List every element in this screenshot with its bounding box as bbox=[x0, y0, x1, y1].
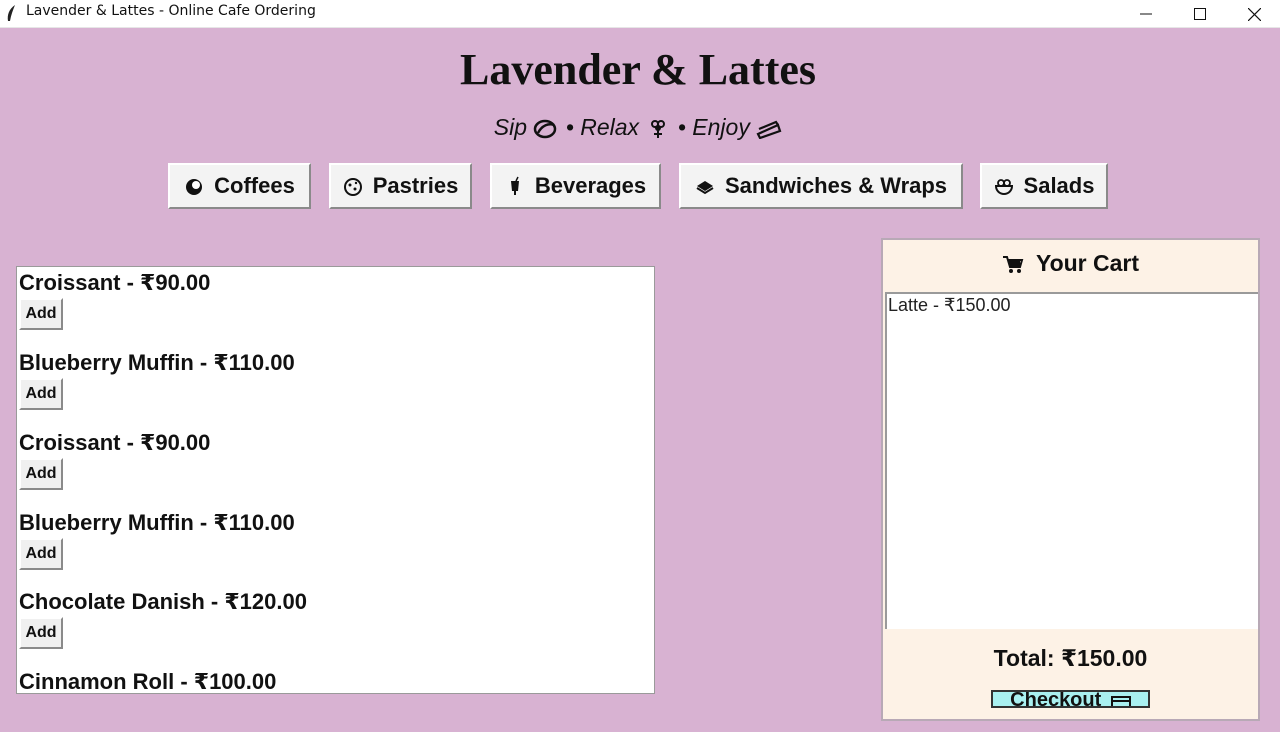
add-button[interactable]: Add bbox=[19, 378, 63, 410]
page-title: Lavender & Lattes bbox=[459, 45, 817, 94]
cart-item[interactable]: Latte - ₹150.00 bbox=[887, 294, 1258, 316]
minimize-icon bbox=[1140, 13, 1152, 15]
menu-list[interactable]: Croissant - ₹90.00 Add Blueberry Muffin … bbox=[16, 266, 655, 694]
window-title: Lavender & Lattes - Online Cafe Ordering bbox=[26, 3, 316, 19]
tagline: Sip • Relax • Enjoy bbox=[0, 114, 1276, 141]
sandwich-icon bbox=[695, 176, 715, 196]
menu-item: Croissant - ₹90.00 Add bbox=[19, 430, 210, 490]
shopping-cart-icon bbox=[1002, 253, 1024, 273]
close-icon bbox=[1247, 7, 1261, 21]
category-button-beverages[interactable]: Beverages bbox=[490, 163, 661, 209]
category-button-coffees[interactable]: Coffees bbox=[168, 163, 311, 209]
checkout-label: Checkout bbox=[1010, 690, 1102, 708]
cart-total: Total: ₹150.00 bbox=[993, 645, 1148, 671]
cake-icon bbox=[756, 117, 782, 140]
maximize-icon bbox=[1194, 8, 1206, 20]
cookie-icon bbox=[343, 176, 363, 196]
tagline-enjoy: • Enjoy bbox=[677, 114, 750, 140]
add-button[interactable]: Add bbox=[19, 617, 63, 649]
menu-item: Chocolate Danish - ₹120.00 Add bbox=[19, 589, 307, 649]
cart-title: Your Cart bbox=[1035, 250, 1140, 276]
menu-item-name: Croissant - ₹90.00 bbox=[19, 430, 211, 455]
tagline-relax: • Relax bbox=[565, 114, 640, 140]
category-label: Coffees bbox=[214, 173, 295, 198]
maximize-button[interactable] bbox=[1173, 0, 1227, 28]
coffee-icon bbox=[184, 176, 204, 196]
menu-item: Cinnamon Roll - ₹100.00 Add bbox=[19, 669, 277, 694]
category-button-sandwiches-wraps[interactable]: Sandwiches & Wraps bbox=[679, 163, 963, 209]
add-button[interactable]: Add bbox=[19, 458, 63, 490]
category-label: Beverages bbox=[534, 173, 647, 198]
salad-icon bbox=[994, 176, 1014, 196]
category-label: Pastries bbox=[372, 173, 459, 198]
category-label: Sandwiches & Wraps bbox=[724, 173, 948, 198]
menu-item: Blueberry Muffin - ₹110.00 Add bbox=[19, 350, 295, 410]
menu-item-name: Blueberry Muffin - ₹110.00 bbox=[19, 510, 295, 535]
menu-item: Croissant - ₹90.00 Add bbox=[19, 270, 210, 330]
category-label: Salads bbox=[1023, 173, 1095, 198]
window-titlebar: Lavender & Lattes - Online Cafe Ordering bbox=[0, 0, 1280, 28]
add-button[interactable]: Add bbox=[19, 298, 63, 330]
close-button[interactable] bbox=[1227, 0, 1280, 28]
minimize-button[interactable] bbox=[1119, 0, 1173, 28]
cart-panel: Your Cart Latte - ₹150.00 Total: ₹150.00… bbox=[881, 238, 1260, 721]
category-button-pastries[interactable]: Pastries bbox=[329, 163, 472, 209]
tagline-sip: Sip bbox=[493, 114, 528, 140]
menu-item-name: Blueberry Muffin - ₹110.00 bbox=[19, 350, 295, 375]
credit-card-icon bbox=[1110, 695, 1131, 706]
menu-item-name: Cinnamon Roll - ₹100.00 bbox=[19, 669, 277, 694]
menu-item: Blueberry Muffin - ₹110.00 Add bbox=[19, 510, 295, 570]
cart-list[interactable]: Latte - ₹150.00 bbox=[885, 292, 1258, 629]
add-button[interactable]: Add bbox=[19, 538, 63, 570]
category-button-salads[interactable]: Salads bbox=[980, 163, 1108, 209]
cart-header: Your Cart bbox=[883, 250, 1258, 277]
menu-item-name: Croissant - ₹90.00 bbox=[19, 270, 211, 295]
drink-icon bbox=[505, 176, 525, 196]
feather-icon bbox=[5, 4, 17, 24]
menu-item-name: Chocolate Danish - ₹120.00 bbox=[19, 589, 307, 614]
checkout-button[interactable]: Checkout bbox=[991, 690, 1150, 708]
flower-icon bbox=[645, 117, 671, 139]
coffee-icon bbox=[533, 117, 559, 139]
